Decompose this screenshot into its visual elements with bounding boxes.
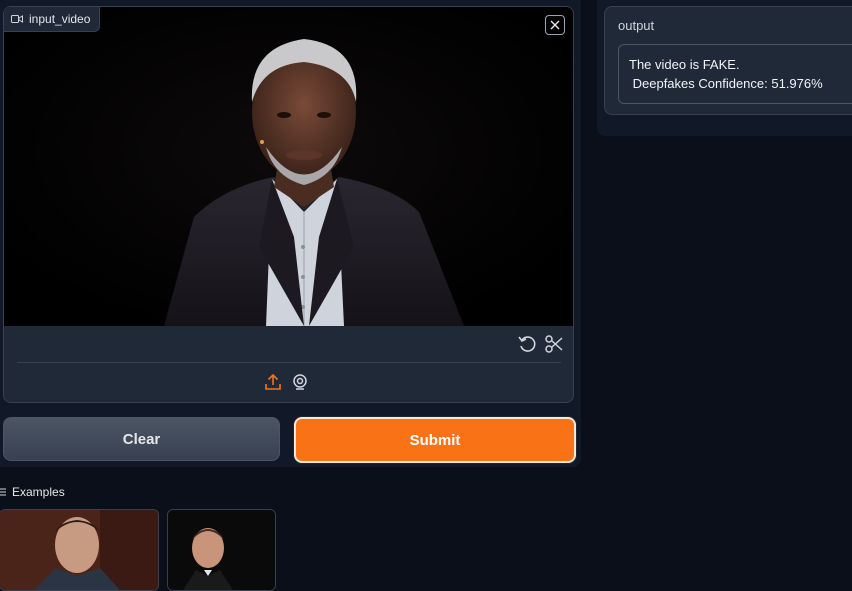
source-selector [4,371,573,395]
example-thumbnail-2[interactable] [167,509,276,591]
clear-button[interactable]: Clear [3,417,280,461]
video-controls [4,326,573,363]
video-input-block: input_video [3,6,574,403]
output-panel: output The video is FAKE. Deepfakes Conf… [597,0,852,136]
example-image-1 [0,510,158,590]
examples-header: Examples [0,485,65,499]
output-block: output The video is FAKE. Deepfakes Conf… [604,6,852,115]
video-camera-icon [11,15,23,23]
submit-button[interactable]: Submit [294,417,576,463]
video-frame-image [4,7,573,326]
input-panel: input_video Clear Submit [0,0,581,467]
close-icon [550,20,560,30]
close-button[interactable] [545,15,565,35]
output-line-2: Deepfakes Confidence: 51.976% [629,76,823,91]
example-image-2 [168,510,275,590]
controls-divider [17,362,561,363]
output-textbox[interactable]: The video is FAKE. Deepfakes Confidence:… [618,44,852,104]
webcam-icon[interactable] [291,373,309,391]
output-label: output [618,18,655,33]
examples-label: Examples [12,485,65,499]
example-thumbnail-1[interactable] [0,509,159,591]
output-line-1: The video is FAKE. [629,57,740,72]
list-icon [0,488,6,496]
undo-icon[interactable] [517,334,537,354]
upload-icon[interactable] [264,373,282,391]
output-text: The video is FAKE. Deepfakes Confidence:… [629,55,823,93]
input-label: input_video [29,12,91,26]
input-label-chip: input_video [4,7,101,32]
video-player[interactable] [4,7,573,326]
scissors-icon[interactable] [544,334,564,354]
